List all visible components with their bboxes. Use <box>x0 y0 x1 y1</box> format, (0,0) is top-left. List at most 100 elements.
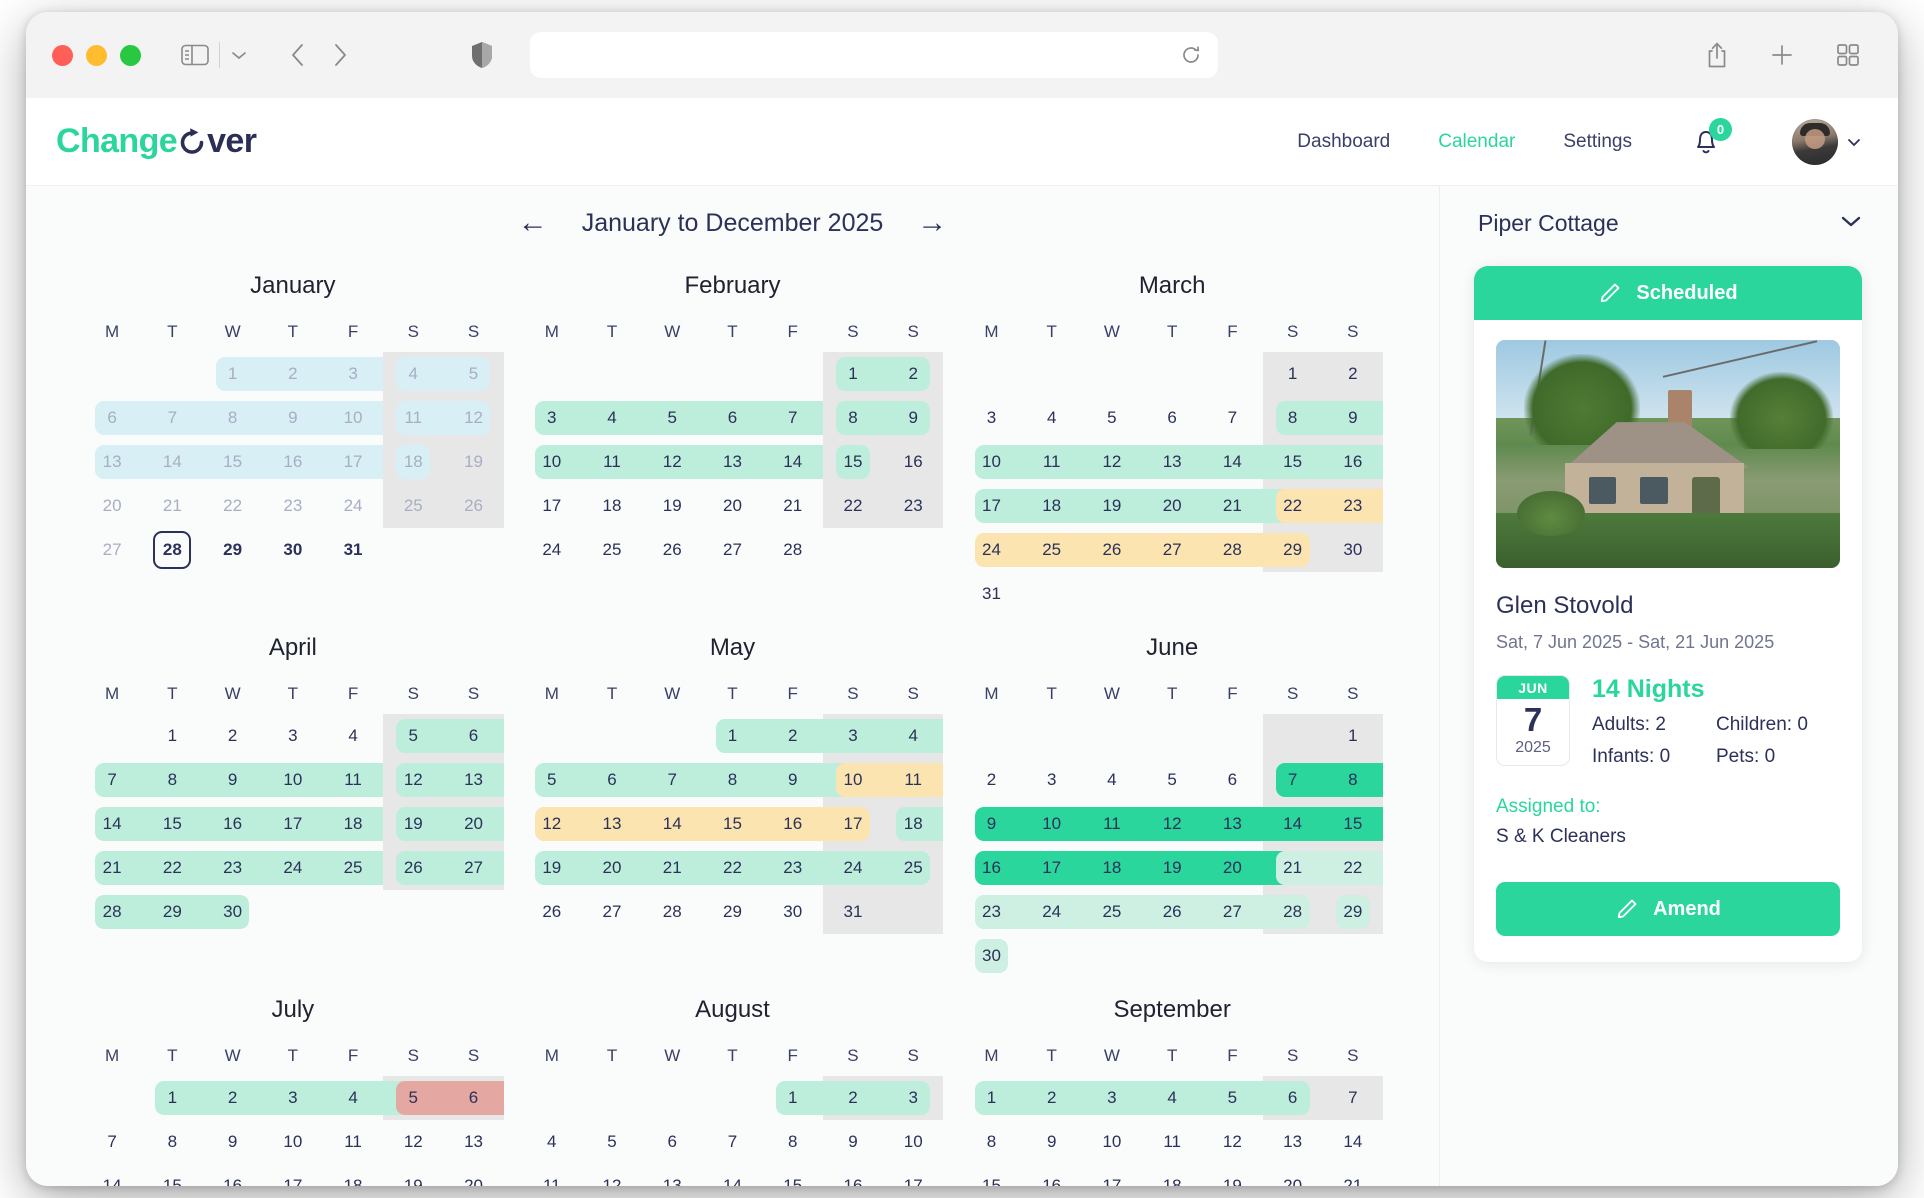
day-cell[interactable]: 13 <box>582 802 642 846</box>
day-cell[interactable]: 14 <box>142 440 202 484</box>
day-cell[interactable]: 12 <box>383 1120 443 1164</box>
day-cell[interactable]: 9 <box>961 802 1021 846</box>
day-cell[interactable]: 11 <box>1022 440 1082 484</box>
day-cell[interactable]: 5 <box>383 1076 443 1120</box>
day-cell[interactable]: 14 <box>1202 440 1262 484</box>
day-cell[interactable]: 25 <box>883 846 943 890</box>
sidebar-toggle-icon[interactable] <box>181 43 209 67</box>
day-cell[interactable]: 7 <box>82 758 142 802</box>
day-cell[interactable]: 17 <box>823 802 883 846</box>
day-cell[interactable]: 15 <box>1263 440 1323 484</box>
day-cell[interactable]: 25 <box>582 528 642 572</box>
day-cell[interactable]: 10 <box>883 1120 943 1164</box>
day-cell[interactable]: 15 <box>202 440 262 484</box>
day-cell[interactable]: 10 <box>1022 802 1082 846</box>
day-cell[interactable]: 4 <box>522 1120 582 1164</box>
day-cell[interactable]: 27 <box>582 890 642 934</box>
day-cell[interactable]: 17 <box>522 484 582 528</box>
day-cell[interactable]: 8 <box>142 1120 202 1164</box>
day-cell[interactable]: 6 <box>702 396 762 440</box>
day-cell[interactable]: 17 <box>1082 1164 1142 1186</box>
day-cell[interactable]: 15 <box>702 802 762 846</box>
day-cell[interactable]: 2 <box>883 352 943 396</box>
day-cell[interactable]: 6 <box>642 1120 702 1164</box>
chevron-down-icon[interactable] <box>230 49 248 61</box>
reload-icon[interactable] <box>1180 44 1202 66</box>
notifications-button[interactable]: 0 <box>1690 117 1732 159</box>
day-cell[interactable]: 16 <box>263 440 323 484</box>
day-cell[interactable]: 28 <box>142 528 202 572</box>
day-cell[interactable]: 26 <box>1142 890 1202 934</box>
day-cell[interactable]: 26 <box>1082 528 1142 572</box>
day-cell[interactable]: 3 <box>323 352 383 396</box>
day-cell[interactable]: 14 <box>1323 1120 1383 1164</box>
day-cell[interactable]: 28 <box>1263 890 1323 934</box>
day-cell[interactable]: 29 <box>1323 890 1383 934</box>
day-cell[interactable]: 20 <box>702 484 762 528</box>
day-cell[interactable]: 24 <box>961 528 1021 572</box>
day-cell[interactable]: 20 <box>82 484 142 528</box>
day-cell[interactable]: 25 <box>383 484 443 528</box>
day-cell[interactable]: 23 <box>883 484 943 528</box>
day-cell[interactable]: 9 <box>202 1120 262 1164</box>
day-cell[interactable]: 27 <box>1142 528 1202 572</box>
nav-item-dashboard[interactable]: Dashboard <box>1297 131 1390 153</box>
day-cell[interactable]: 31 <box>823 890 883 934</box>
day-cell[interactable]: 12 <box>443 396 503 440</box>
forward-arrow-icon[interactable] <box>332 41 348 69</box>
day-cell[interactable]: 1 <box>823 352 883 396</box>
day-cell[interactable]: 12 <box>1142 802 1202 846</box>
day-cell[interactable]: 8 <box>1263 396 1323 440</box>
day-cell[interactable]: 16 <box>883 440 943 484</box>
day-cell[interactable]: 26 <box>642 528 702 572</box>
day-cell[interactable]: 7 <box>142 396 202 440</box>
day-cell[interactable]: 2 <box>1022 1076 1082 1120</box>
day-cell[interactable]: 10 <box>323 396 383 440</box>
day-cell[interactable]: 19 <box>642 484 702 528</box>
day-cell[interactable]: 12 <box>1202 1120 1262 1164</box>
day-cell[interactable]: 18 <box>1142 1164 1202 1186</box>
day-cell[interactable]: 7 <box>702 1120 762 1164</box>
day-cell[interactable]: 30 <box>961 934 1021 978</box>
day-cell[interactable]: 18 <box>323 1164 383 1186</box>
day-cell[interactable]: 4 <box>582 396 642 440</box>
day-cell[interactable]: 7 <box>642 758 702 802</box>
day-cell[interactable]: 12 <box>582 1164 642 1186</box>
day-cell[interactable]: 9 <box>1323 396 1383 440</box>
day-cell[interactable]: 8 <box>823 396 883 440</box>
back-arrow-icon[interactable] <box>290 41 306 69</box>
day-cell[interactable]: 7 <box>1202 396 1262 440</box>
day-cell[interactable]: 4 <box>1022 396 1082 440</box>
day-cell[interactable]: 2 <box>263 352 323 396</box>
day-cell[interactable]: 20 <box>1202 846 1262 890</box>
day-cell[interactable]: 18 <box>1082 846 1142 890</box>
day-cell[interactable]: 29 <box>1263 528 1323 572</box>
day-cell[interactable]: 31 <box>323 528 383 572</box>
address-bar[interactable] <box>530 32 1218 78</box>
day-cell[interactable]: 5 <box>642 396 702 440</box>
day-cell[interactable]: 26 <box>522 890 582 934</box>
day-cell[interactable]: 16 <box>1022 1164 1082 1186</box>
day-cell[interactable]: 14 <box>642 802 702 846</box>
day-cell[interactable]: 3 <box>1082 1076 1142 1120</box>
close-window-button[interactable] <box>52 44 73 66</box>
day-cell[interactable]: 6 <box>1142 396 1202 440</box>
chevron-down-icon[interactable] <box>1838 213 1864 234</box>
day-cell[interactable]: 23 <box>263 484 323 528</box>
day-cell[interactable]: 9 <box>823 1120 883 1164</box>
day-cell[interactable]: 18 <box>582 484 642 528</box>
day-cell[interactable]: 24 <box>323 484 383 528</box>
day-cell[interactable]: 22 <box>142 846 202 890</box>
day-cell[interactable]: 1 <box>763 1076 823 1120</box>
day-cell[interactable]: 20 <box>1142 484 1202 528</box>
day-cell[interactable]: 17 <box>323 440 383 484</box>
day-cell[interactable]: 2 <box>1323 352 1383 396</box>
day-cell[interactable]: 20 <box>1263 1164 1323 1186</box>
day-cell[interactable]: 29 <box>702 890 762 934</box>
day-cell[interactable]: 19 <box>1082 484 1142 528</box>
share-icon[interactable] <box>1706 41 1728 69</box>
day-cell[interactable]: 18 <box>883 802 943 846</box>
day-cell[interactable]: 17 <box>1022 846 1082 890</box>
day-cell[interactable]: 15 <box>961 1164 1021 1186</box>
day-cell[interactable]: 6 <box>582 758 642 802</box>
